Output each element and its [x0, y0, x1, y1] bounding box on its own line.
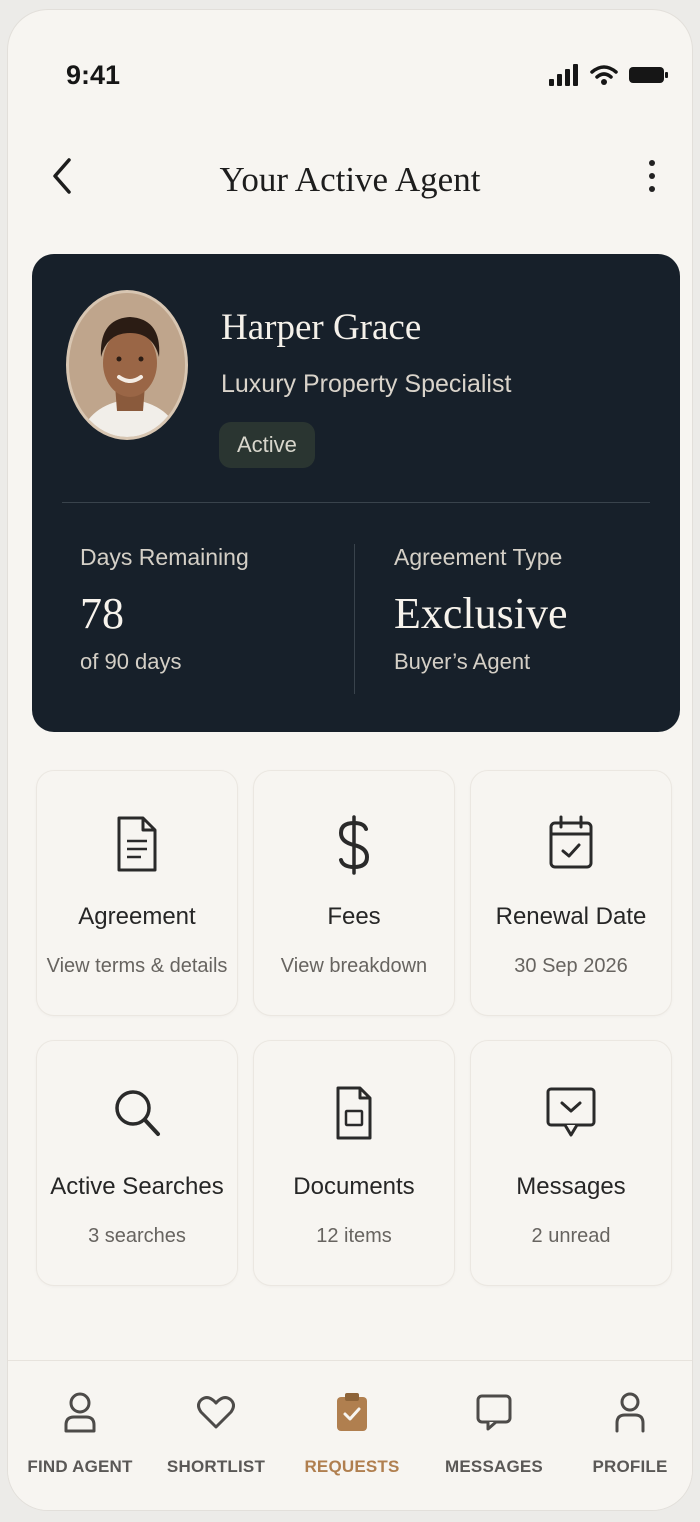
clipboard-icon: [337, 1393, 367, 1431]
search-icon: [115, 1090, 160, 1136]
days-remaining-label: Days Remaining: [80, 544, 249, 570]
more-options-button[interactable]: [632, 152, 672, 200]
tile-title: Documents: [293, 1173, 415, 1200]
status-bar: 9:41: [8, 54, 692, 94]
heart-icon: [197, 1396, 235, 1429]
agreement-type-sub: Buyer’s Agent: [394, 649, 531, 675]
tile-subtitle: 2 unread: [531, 1225, 611, 1247]
tile-fees[interactable]: Fees View breakdown: [253, 770, 455, 1016]
agreement-type-label: Agreement Type: [394, 544, 563, 570]
battery-icon: [629, 67, 668, 83]
tile-renewal-date[interactable]: Renewal Date 30 Sep 2026: [470, 770, 672, 1016]
tile-subtitle: 3 searches: [88, 1225, 186, 1247]
days-remaining-value: 78: [80, 589, 124, 638]
agent-avatar: [66, 290, 188, 440]
phone-screen: 9:41 Your Active Agent Harper Grace Luxu…: [8, 10, 692, 1510]
signal-icon: [549, 64, 578, 86]
tile-documents[interactable]: Documents 12 items: [253, 1040, 455, 1286]
status-badge: Active: [219, 422, 315, 468]
nav-find-agent[interactable]: FIND AGENT: [14, 1389, 146, 1477]
card-divider: [62, 502, 650, 503]
nav-label: PROFILE: [592, 1457, 668, 1476]
dot: [649, 173, 655, 179]
status-icons: [548, 64, 670, 86]
agent-name: Harper Grace: [221, 307, 422, 348]
tile-title: Agreement: [78, 903, 196, 930]
tile-active-searches[interactable]: Active Searches 3 searches: [36, 1040, 238, 1286]
chat-icon: [476, 1394, 512, 1431]
tile-subtitle: 12 items: [316, 1225, 392, 1247]
tile-title: Messages: [516, 1173, 626, 1200]
bottom-nav: FIND AGENT SHORTLIST REQUESTS MESSAGES P…: [8, 1360, 692, 1510]
tile-title: Renewal Date: [495, 903, 647, 930]
agreement-type-value: Exclusive: [394, 589, 568, 638]
agent-card[interactable]: Harper Grace Luxury Property Specialist …: [32, 254, 680, 732]
agent-role: Luxury Property Specialist: [221, 370, 512, 398]
tile-title: Fees: [327, 903, 381, 930]
nav-label: SHORTLIST: [166, 1457, 266, 1476]
dot: [649, 186, 655, 192]
document-icon: [117, 816, 157, 872]
tile-subtitle: View breakdown: [280, 955, 428, 977]
profile-icon: [615, 1392, 645, 1433]
days-remaining-stat: Days Remaining 78 of 90 days: [80, 544, 249, 675]
days-total: of 90 days: [80, 649, 182, 675]
status-time: 9:41: [66, 60, 121, 90]
nav-label: FIND AGENT: [27, 1457, 133, 1476]
file-icon: [336, 1086, 372, 1140]
page-title: Your Active Agent: [219, 160, 481, 199]
dot: [649, 160, 655, 166]
agent-portrait: [69, 293, 185, 437]
wifi-icon: [590, 65, 618, 85]
nav-requests[interactable]: REQUESTS: [286, 1389, 418, 1477]
stat-divider: [354, 544, 355, 694]
dollar-icon: [338, 815, 370, 875]
nav-messages[interactable]: MESSAGES: [428, 1389, 560, 1477]
nav-profile[interactable]: PROFILE: [564, 1389, 692, 1477]
tile-agreement[interactable]: Agreement View terms & details: [36, 770, 238, 1016]
nav-shortlist[interactable]: SHORTLIST: [150, 1389, 282, 1477]
tile-title: Active Searches: [50, 1173, 224, 1200]
person-icon: [64, 1392, 96, 1433]
message-icon: [546, 1087, 596, 1137]
nav-label: MESSAGES: [445, 1457, 543, 1476]
app-header: Your Active Agent: [8, 150, 692, 210]
tile-subtitle: 30 Sep 2026: [514, 955, 628, 977]
tile-messages[interactable]: Messages 2 unread: [470, 1040, 672, 1286]
tile-subtitle: View terms & details: [46, 955, 228, 977]
calendar-icon: [549, 815, 593, 869]
agreement-type-stat: Agreement Type Exclusive Buyer’s Agent: [394, 544, 568, 675]
nav-label: REQUESTS: [304, 1457, 400, 1476]
